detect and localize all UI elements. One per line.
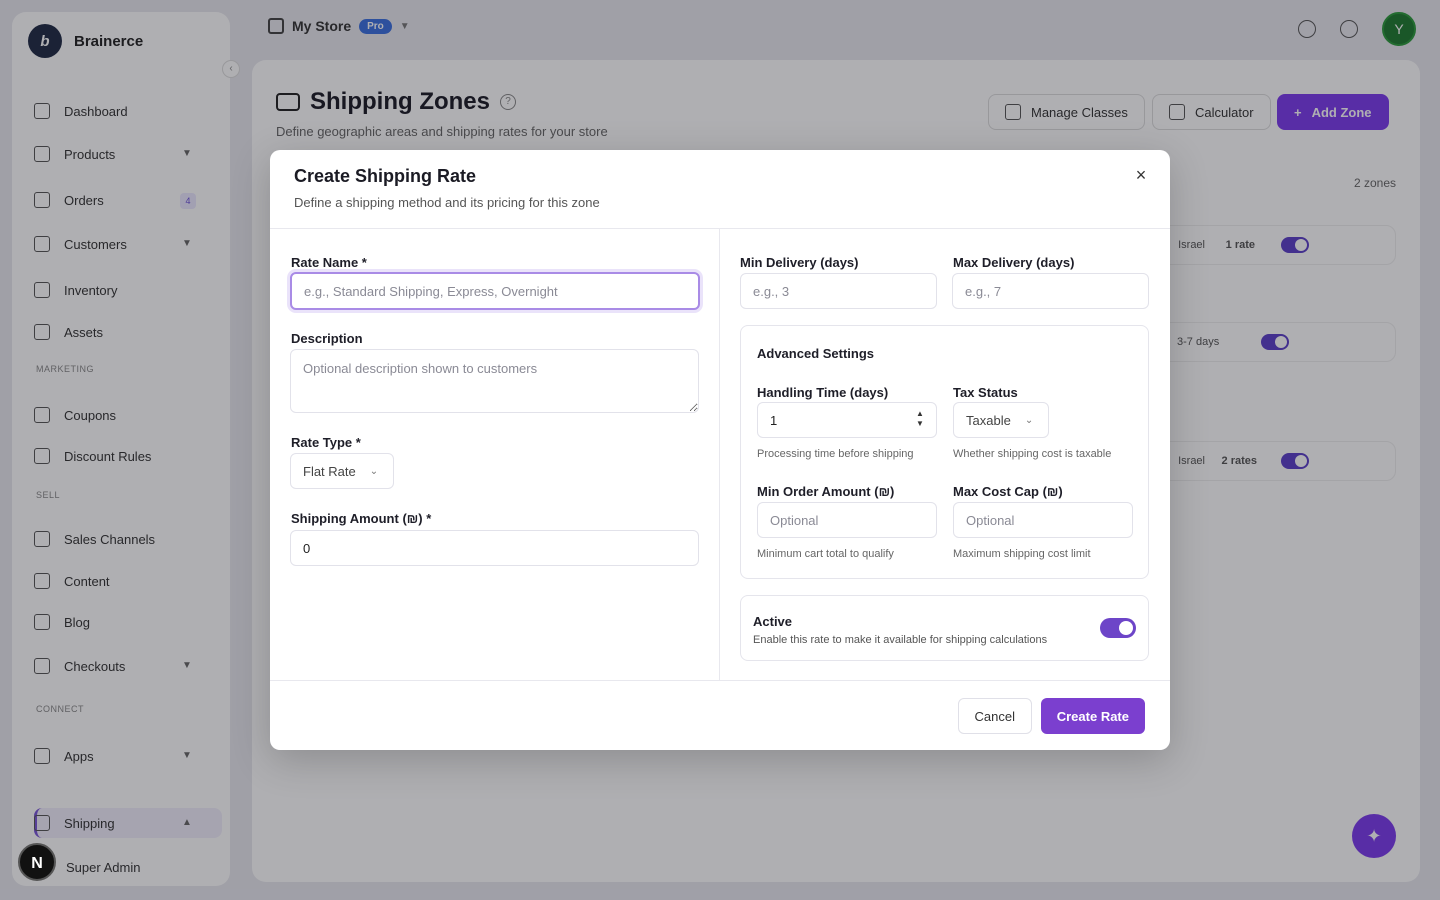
- column-divider: [719, 229, 720, 681]
- create-rate-button[interactable]: Create Rate: [1040, 698, 1145, 734]
- handling-time-input[interactable]: [757, 402, 937, 438]
- rate-type-select[interactable]: Flat Rate ⌄: [290, 453, 394, 489]
- rate-name-label: Rate Name *: [291, 255, 367, 270]
- dialog-title: Create Shipping Rate: [294, 166, 477, 186]
- shipping-amount-input[interactable]: [290, 530, 699, 566]
- handling-time-wrapper: ▲▼: [757, 402, 937, 438]
- toggle-knob: [1119, 621, 1133, 635]
- number-stepper-icon[interactable]: ▲ ▼: [915, 409, 925, 429]
- description-textarea[interactable]: [290, 349, 699, 413]
- tax-status-label: Tax Status: [953, 385, 1018, 400]
- tax-status-select[interactable]: Taxable ⌄: [953, 402, 1049, 438]
- cancel-button[interactable]: Cancel: [957, 698, 1032, 734]
- description-label: Description: [291, 331, 363, 346]
- max-delivery-input[interactable]: [952, 273, 1149, 309]
- advanced-settings-panel: Advanced Settings Handling Time (days) ▲…: [740, 325, 1149, 579]
- max-cost-cap-hint: Maximum shipping cost limit: [953, 548, 1091, 560]
- handling-time-label: Handling Time (days): [757, 385, 889, 400]
- rate-type-value: Flat Rate: [303, 463, 356, 479]
- handling-time-hint: Processing time before shipping: [757, 448, 914, 460]
- advanced-settings-title: Advanced Settings: [757, 346, 875, 361]
- min-order-hint: Minimum cart total to qualify: [757, 548, 894, 560]
- chevron-down-icon: ⌄: [369, 465, 379, 477]
- nextjs-dev-badge[interactable]: N: [18, 843, 56, 881]
- max-cost-cap-input[interactable]: [953, 502, 1133, 538]
- rate-name-input[interactable]: [290, 272, 700, 310]
- tax-status-hint: Whether shipping cost is taxable: [953, 448, 1112, 460]
- dialog-header: Create Shipping Rate Define a shipping m…: [270, 150, 1170, 229]
- max-delivery-label: Max Delivery (days): [953, 255, 1075, 270]
- tax-status-value: Taxable: [966, 412, 1011, 428]
- dialog-description: Define a shipping method and its pricing…: [294, 195, 600, 210]
- active-toggle[interactable]: [1100, 618, 1136, 638]
- rate-type-label: Rate Type *: [291, 435, 361, 450]
- active-description: Enable this rate to make it available fo…: [753, 634, 1048, 646]
- min-order-input[interactable]: [757, 502, 937, 538]
- active-title: Active: [753, 614, 793, 629]
- close-icon[interactable]: ×: [1130, 164, 1152, 186]
- min-delivery-input[interactable]: [740, 273, 937, 309]
- max-cost-cap-label: Max Cost Cap (₪): [953, 484, 1063, 499]
- create-shipping-rate-dialog: Create Shipping Rate Define a shipping m…: [270, 150, 1170, 750]
- active-setting-panel: Active Enable this rate to make it avail…: [740, 595, 1149, 661]
- shipping-amount-label: Shipping Amount (₪) *: [291, 511, 432, 526]
- min-order-label: Min Order Amount (₪): [757, 484, 895, 499]
- dialog-footer: Cancel Create Rate: [270, 680, 1170, 750]
- chevron-down-icon: ⌄: [1024, 414, 1034, 426]
- min-delivery-label: Min Delivery (days): [740, 255, 859, 270]
